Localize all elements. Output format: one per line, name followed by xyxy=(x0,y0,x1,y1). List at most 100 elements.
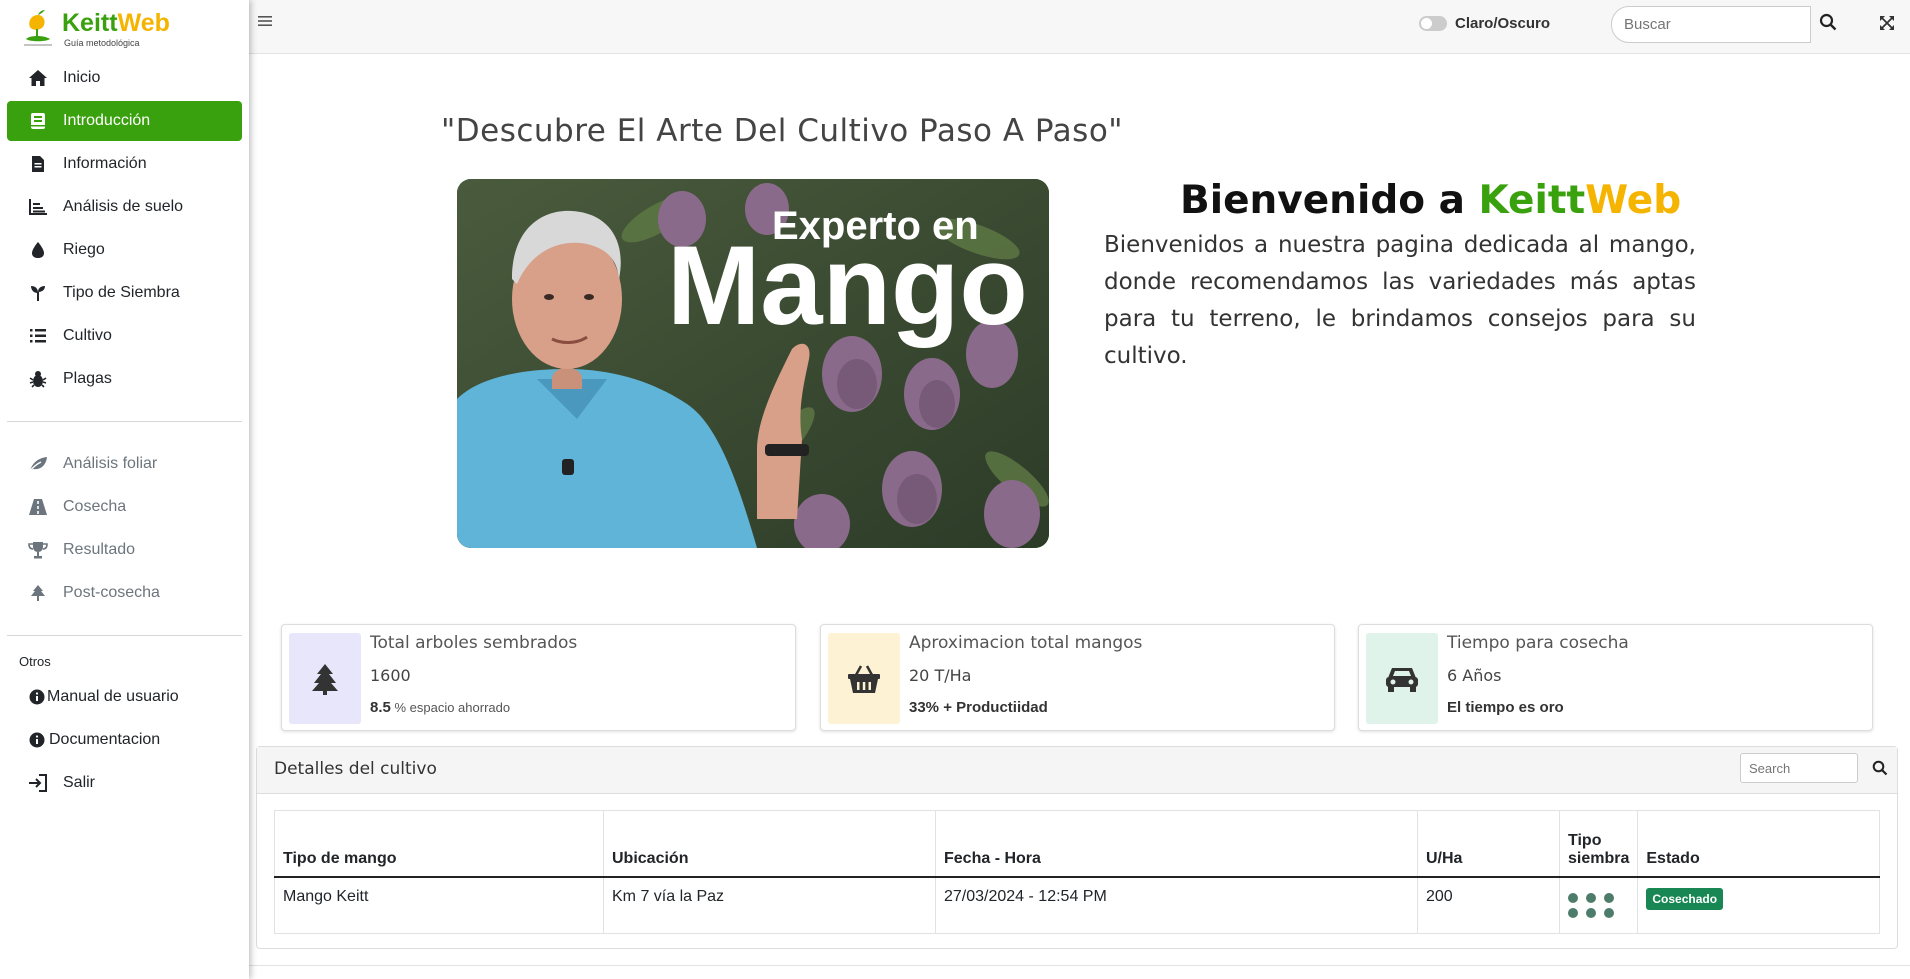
stat-value: 1600 xyxy=(370,666,411,685)
sidebar-divider xyxy=(7,421,242,422)
hero-image-caption-big: Mango xyxy=(667,223,1028,348)
sidebar-item-label: Plagas xyxy=(63,370,112,387)
sidebar-item-inicio[interactable]: Inicio xyxy=(7,58,242,98)
basket-icon xyxy=(828,633,900,724)
car-icon xyxy=(1366,633,1438,724)
stat-title: Total arboles sembrados xyxy=(370,633,578,653)
theme-switch[interactable] xyxy=(1419,16,1447,31)
cell-fecha: 27/03/2024 - 12:54 PM xyxy=(935,876,1418,934)
sidebar-item-label: Cultivo xyxy=(63,327,112,344)
sidebar-item-plagas[interactable]: Plagas xyxy=(7,359,242,399)
info-icon xyxy=(29,687,45,707)
nav-secondary: Análisis foliar Cosecha Resultado Post-c… xyxy=(0,444,249,613)
theme-toggle-label: Claro/Oscuro xyxy=(1455,15,1551,32)
droplet-icon xyxy=(27,240,49,260)
table-row[interactable]: Mango Keitt Km 7 vía la Paz 27/03/2024 -… xyxy=(274,876,1880,934)
search-input[interactable] xyxy=(1612,7,1810,42)
sidebar-item-manual[interactable]: Manual de usuario xyxy=(7,677,242,717)
sidebar-item-label: Inicio xyxy=(63,69,101,86)
sidebar-item-label: Riego xyxy=(63,241,105,258)
sidebar-item-label: Resultado xyxy=(63,541,136,558)
bug-icon xyxy=(27,369,49,389)
cell-estado: Cosechado xyxy=(1637,876,1880,934)
crop-details-panel: Detalles del cultivo Tipo de mango Ubica… xyxy=(256,746,1898,949)
sidebar: KeittWeb Guía metodológica Inicio Introd… xyxy=(0,0,249,979)
search-icon[interactable] xyxy=(1872,760,1888,776)
sidebar-item-label: Análisis de suelo xyxy=(63,198,184,215)
sidebar-item-cosecha[interactable]: Cosecha xyxy=(7,487,242,527)
column-header[interactable]: Tipo de mango xyxy=(274,810,604,878)
stat-card-tiempo: Tiempo para cosecha 6 Años El tiempo es … xyxy=(1358,624,1873,731)
sidebar-item-salir[interactable]: Salir xyxy=(7,763,242,803)
topbar: Claro/Oscuro xyxy=(249,0,1910,54)
stat-footer: 8.5 % espacio ahorrado xyxy=(370,699,511,716)
sidebar-item-label: Manual de usuario xyxy=(47,688,179,705)
column-header[interactable]: Estado xyxy=(1637,810,1880,878)
sidebar-item-label: Tipo de Siembra xyxy=(63,284,180,301)
sidebar-item-post-cosecha[interactable]: Post-cosecha xyxy=(7,573,242,613)
sidebar-item-label: Análisis foliar xyxy=(63,455,158,472)
crop-table: Tipo de mango Ubicación Fecha - Hora U/H… xyxy=(274,810,1880,934)
sidebar-item-informacion[interactable]: Información xyxy=(7,144,242,184)
sidebar-item-riego[interactable]: Riego xyxy=(7,230,242,270)
seedling-icon xyxy=(27,283,49,303)
column-header[interactable]: Tipo siembra xyxy=(1558,810,1639,878)
stat-card-mangos: Aproximacion total mangos 20 T/Ha 33% + … xyxy=(820,624,1335,731)
theme-toggle[interactable]: Claro/Oscuro xyxy=(1419,15,1550,32)
file-icon xyxy=(27,154,49,174)
sign-in-icon xyxy=(27,773,49,793)
footer-divider xyxy=(249,965,1910,966)
home-icon xyxy=(27,68,49,88)
stat-value: 20 T/Ha xyxy=(909,666,972,685)
sidebar-item-tipo-siembra[interactable]: Tipo de Siembra xyxy=(7,273,242,313)
stat-footer: El tiempo es oro xyxy=(1447,699,1564,716)
sidebar-item-documentacion[interactable]: Documentacion xyxy=(7,720,242,760)
sidebar-item-resultado[interactable]: Resultado xyxy=(7,530,242,570)
tree-icon xyxy=(27,583,49,603)
stat-footer: 33% + Productiidad xyxy=(909,699,1048,716)
list-icon xyxy=(27,326,49,346)
brand-name: KeittWeb xyxy=(62,8,170,37)
search-icon[interactable] xyxy=(1819,13,1841,35)
book-icon xyxy=(27,111,49,131)
search-box xyxy=(1611,6,1811,43)
road-icon xyxy=(27,497,49,517)
panel-title: Detalles del cultivo xyxy=(274,759,437,779)
logo-mango-icon xyxy=(20,9,56,49)
cell-siembra xyxy=(1558,876,1639,934)
info-icon xyxy=(29,730,45,750)
stat-card-arboles: Total arboles sembrados 1600 8.5 % espac… xyxy=(281,624,796,731)
column-header[interactable]: U/Ha xyxy=(1417,810,1560,878)
sidebar-item-analisis-suelo[interactable]: Análisis de suelo xyxy=(7,187,242,227)
logo[interactable]: KeittWeb Guía metodológica xyxy=(0,0,249,58)
chart-icon xyxy=(27,197,49,217)
tree-icon xyxy=(289,633,361,724)
fullscreen-icon[interactable] xyxy=(1879,15,1897,33)
stat-title: Aproximacion total mangos xyxy=(909,633,1143,653)
sidebar-item-label: Documentacion xyxy=(49,731,161,748)
column-header[interactable]: Fecha - Hora xyxy=(935,810,1418,878)
sidebar-item-cultivo[interactable]: Cultivo xyxy=(7,316,242,356)
cell-tipo: Mango Keitt xyxy=(274,876,604,934)
menu-toggle-icon[interactable] xyxy=(257,14,275,32)
nav-others: Manual de usuario Documentacion Salir xyxy=(0,677,249,803)
table-search-input[interactable] xyxy=(1740,753,1858,783)
cell-ubicacion: Km 7 vía la Paz xyxy=(603,876,936,934)
welcome-title: Bienvenido a KeittWeb xyxy=(1180,178,1682,223)
column-header[interactable]: Ubicación xyxy=(603,810,936,878)
sidebar-item-label: Introducción xyxy=(63,112,151,129)
table-header-row: Tipo de mango Ubicación Fecha - Hora U/H… xyxy=(274,810,1880,878)
leaf-icon xyxy=(27,454,49,474)
status-badge: Cosechado xyxy=(1646,887,1724,910)
sidebar-item-label: Información xyxy=(63,155,147,172)
sidebar-divider xyxy=(7,635,242,636)
grid-dots-icon xyxy=(1568,892,1629,918)
section-label-otros: Otros xyxy=(19,654,51,669)
sidebar-item-analisis-foliar[interactable]: Análisis foliar xyxy=(7,444,242,484)
trophy-icon xyxy=(27,540,49,560)
panel-header: Detalles del cultivo xyxy=(257,747,1897,794)
stat-value: 6 Años xyxy=(1447,666,1502,685)
sidebar-item-label: Cosecha xyxy=(63,498,127,515)
nav-main: Inicio Introducción Información Análisis… xyxy=(0,58,249,399)
sidebar-item-introduccion[interactable]: Introducción xyxy=(7,101,242,141)
